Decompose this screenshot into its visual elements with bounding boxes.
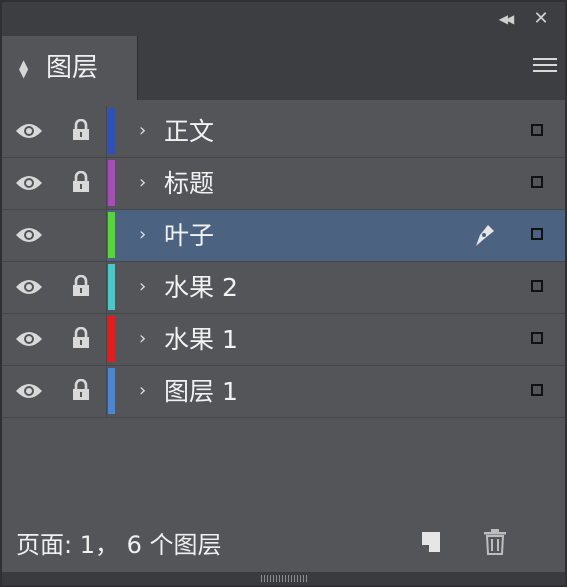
pen-icon	[473, 222, 497, 248]
layer-target-checkbox[interactable]	[531, 176, 543, 188]
layer-target-checkbox[interactable]	[531, 280, 543, 292]
collapse-panel-icon[interactable]: ◀◀	[495, 11, 515, 27]
layer-name[interactable]: 叶子	[164, 220, 214, 252]
layer-target-checkbox[interactable]	[531, 332, 543, 344]
layer-row[interactable]: › 水果 1	[2, 314, 565, 366]
visibility-toggle[interactable]	[2, 210, 55, 261]
lock-toggle[interactable]	[54, 158, 107, 209]
layer-target-checkbox[interactable]	[531, 228, 543, 240]
layer-row[interactable]: › 图层 1	[2, 366, 565, 418]
layers-panel: ◀◀ ✕ ▲ ▼ 图层 › 正文 › 标题 › 叶子 › 水果 2 › 水果 1 › 图层 1 页面: …	[0, 0, 567, 587]
tab-sort-arrows-icon: ▲ ▼	[19, 57, 29, 80]
lock-icon	[72, 326, 90, 349]
layer-name[interactable]: 水果 1	[164, 324, 238, 356]
layer-target-checkbox[interactable]	[531, 124, 543, 136]
new-layer-icon[interactable]	[419, 529, 443, 555]
panel-menu-icon[interactable]	[533, 58, 557, 76]
resize-grip[interactable]	[2, 572, 565, 585]
eye-icon	[15, 278, 43, 296]
eye-icon	[15, 174, 43, 192]
expand-chevron-icon[interactable]: ›	[139, 277, 146, 297]
trash-icon[interactable]	[482, 528, 508, 556]
layer-row[interactable]: › 水果 2	[2, 262, 565, 314]
layer-list: › 正文 › 标题 › 叶子 › 水果 2 › 水果 1 › 图层 1	[2, 106, 565, 418]
lock-toggle[interactable]	[54, 210, 107, 261]
lock-icon	[72, 378, 90, 401]
layer-name[interactable]: 标题	[164, 168, 214, 200]
tab-label: 图层	[46, 53, 99, 83]
layer-color-swatch	[108, 108, 115, 154]
layer-name[interactable]: 图层 1	[164, 376, 238, 408]
eye-icon	[15, 382, 43, 400]
visibility-toggle[interactable]	[2, 158, 55, 209]
layer-color-swatch	[108, 212, 115, 258]
layer-color-swatch	[108, 316, 115, 362]
layer-target-checkbox[interactable]	[531, 384, 543, 396]
eye-icon	[15, 122, 43, 140]
close-icon[interactable]: ✕	[531, 9, 551, 29]
eye-icon	[15, 330, 43, 348]
layer-color-swatch	[108, 264, 115, 310]
lock-toggle[interactable]	[54, 314, 107, 365]
panel-footer: 页面: 1， 6 个图层	[2, 516, 565, 574]
visibility-toggle[interactable]	[2, 314, 55, 365]
expand-chevron-icon[interactable]: ›	[139, 121, 146, 141]
expand-chevron-icon[interactable]: ›	[139, 381, 146, 401]
panel-tabstrip: ▲ ▼ 图层	[2, 36, 565, 100]
visibility-toggle[interactable]	[2, 366, 55, 417]
expand-chevron-icon[interactable]: ›	[139, 225, 146, 245]
lock-toggle[interactable]	[54, 106, 107, 157]
layer-name[interactable]: 正文	[164, 116, 214, 148]
grip-lines	[261, 575, 307, 582]
layer-row[interactable]: › 标题	[2, 158, 565, 210]
lock-toggle[interactable]	[54, 262, 107, 313]
lock-icon	[72, 274, 90, 297]
layer-count-status: 页面: 1， 6 个图层	[16, 531, 222, 559]
layer-name[interactable]: 水果 2	[164, 272, 238, 304]
layer-color-swatch	[108, 368, 115, 414]
expand-chevron-icon[interactable]: ›	[139, 329, 146, 349]
expand-chevron-icon[interactable]: ›	[139, 173, 146, 193]
lock-toggle[interactable]	[54, 366, 107, 417]
eye-icon	[15, 226, 43, 244]
tab-layers[interactable]: ▲ ▼ 图层	[2, 36, 138, 100]
layer-row[interactable]: › 正文	[2, 106, 565, 158]
visibility-toggle[interactable]	[2, 106, 55, 157]
layer-row[interactable]: › 叶子	[2, 210, 565, 262]
panel-titlebar: ◀◀ ✕	[2, 2, 565, 36]
lock-icon	[72, 170, 90, 193]
lock-icon	[72, 118, 90, 141]
visibility-toggle[interactable]	[2, 262, 55, 313]
layer-color-swatch	[108, 160, 115, 206]
